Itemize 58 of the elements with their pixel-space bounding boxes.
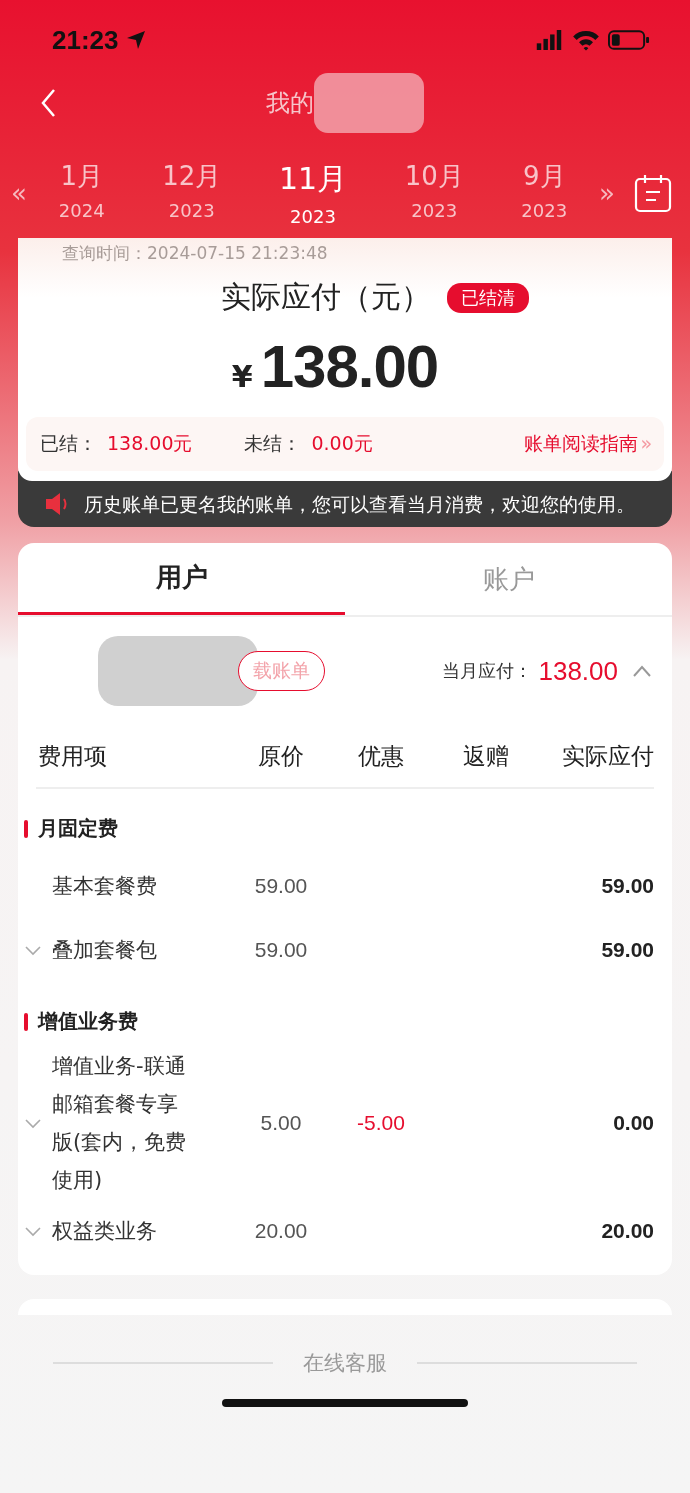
month-tab[interactable]: 10月 2023 — [398, 159, 470, 227]
unsettled-amount: 0.00元 — [311, 431, 373, 456]
back-icon[interactable] — [40, 88, 56, 118]
tab[interactable]: 用户 — [18, 543, 345, 615]
fee-name: 权益类业务 — [52, 1218, 158, 1245]
calendar-icon[interactable] — [634, 173, 672, 213]
column-header: 实际应付 — [561, 741, 654, 771]
chevron-icon[interactable] — [24, 1225, 42, 1237]
wifi-icon — [572, 29, 600, 51]
monthly-due-label: 当月应付： — [442, 659, 533, 683]
chevron-icon[interactable] — [24, 944, 42, 956]
fee-name: 叠加套餐包 — [52, 937, 158, 964]
chevron-icon[interactable] — [24, 1117, 42, 1129]
table-cell-text: 0.00 — [612, 1111, 654, 1135]
section-title: 月固定费 — [38, 815, 118, 842]
online-service-link[interactable]: 在线客服 — [303, 1349, 387, 1377]
fee-name: 基本套餐费 — [52, 873, 158, 900]
month-tab[interactable]: 11月 2023 — [272, 159, 354, 227]
month-tab[interactable]: 12月 2023 — [156, 159, 228, 227]
status-time: 21:23 — [52, 24, 119, 56]
settled-label: 已结： — [40, 431, 97, 456]
table-cell-text: 59.00 — [253, 938, 309, 962]
total-amount: 138.00 — [260, 332, 439, 401]
table-cell-text: 20.00 — [600, 1219, 654, 1243]
page-title: 我的 — [266, 88, 314, 119]
unsettled-label: 未结： — [244, 431, 302, 456]
column-header: 费用项 — [37, 741, 108, 771]
tab[interactable]: 账户 — [345, 543, 672, 615]
bill-guide-link[interactable]: 账单阅读指南» — [524, 431, 652, 457]
previous-months-button[interactable]: « — [8, 178, 30, 208]
column-header: 优惠 — [357, 741, 405, 771]
download-bill-button[interactable]: 载账单 — [238, 651, 325, 691]
table-cell-text: 59.00 — [600, 874, 654, 898]
currency-sign: ¥ — [231, 359, 253, 394]
table-cell-text: -5.00 — [356, 1111, 406, 1135]
month-tab[interactable]: 1月 2024 — [52, 159, 111, 227]
signal-icon — [534, 30, 564, 50]
notice-text: 历史账单已更名我的账单，您可以查看当月消费，欢迎您的使用。 — [84, 492, 635, 517]
speaker-icon — [44, 491, 68, 517]
query-time: 查询时间：2024-07-15 21:23:48 — [61, 242, 329, 265]
next-months-button[interactable]: » — [596, 178, 618, 208]
status-badge: 已结清 — [447, 282, 529, 313]
settled-amount: 138.00元 — [107, 431, 193, 456]
monthly-due-amount: 138.00 — [538, 655, 618, 687]
table-cell-text: 20.00 — [253, 1219, 309, 1243]
section-marker — [24, 1012, 28, 1031]
column-header: 返赠 — [462, 741, 510, 771]
chevron-icon[interactable] — [632, 663, 652, 679]
column-header: 原价 — [257, 741, 305, 771]
fee-name: 增值业务-联通邮箱套餐专享版(套内，免费使用) — [52, 1053, 188, 1194]
amount-title: 实际应付（元） — [221, 278, 431, 316]
table-cell-text: 59.00 — [253, 874, 309, 898]
month-tab[interactable]: 9月 2023 — [515, 159, 574, 227]
section-title: 增值业务费 — [38, 1008, 138, 1035]
table-cell-text: 5.00 — [259, 1111, 303, 1135]
section-marker — [24, 819, 28, 838]
table-cell-text: 59.00 — [600, 938, 654, 962]
battery-icon — [608, 30, 650, 50]
